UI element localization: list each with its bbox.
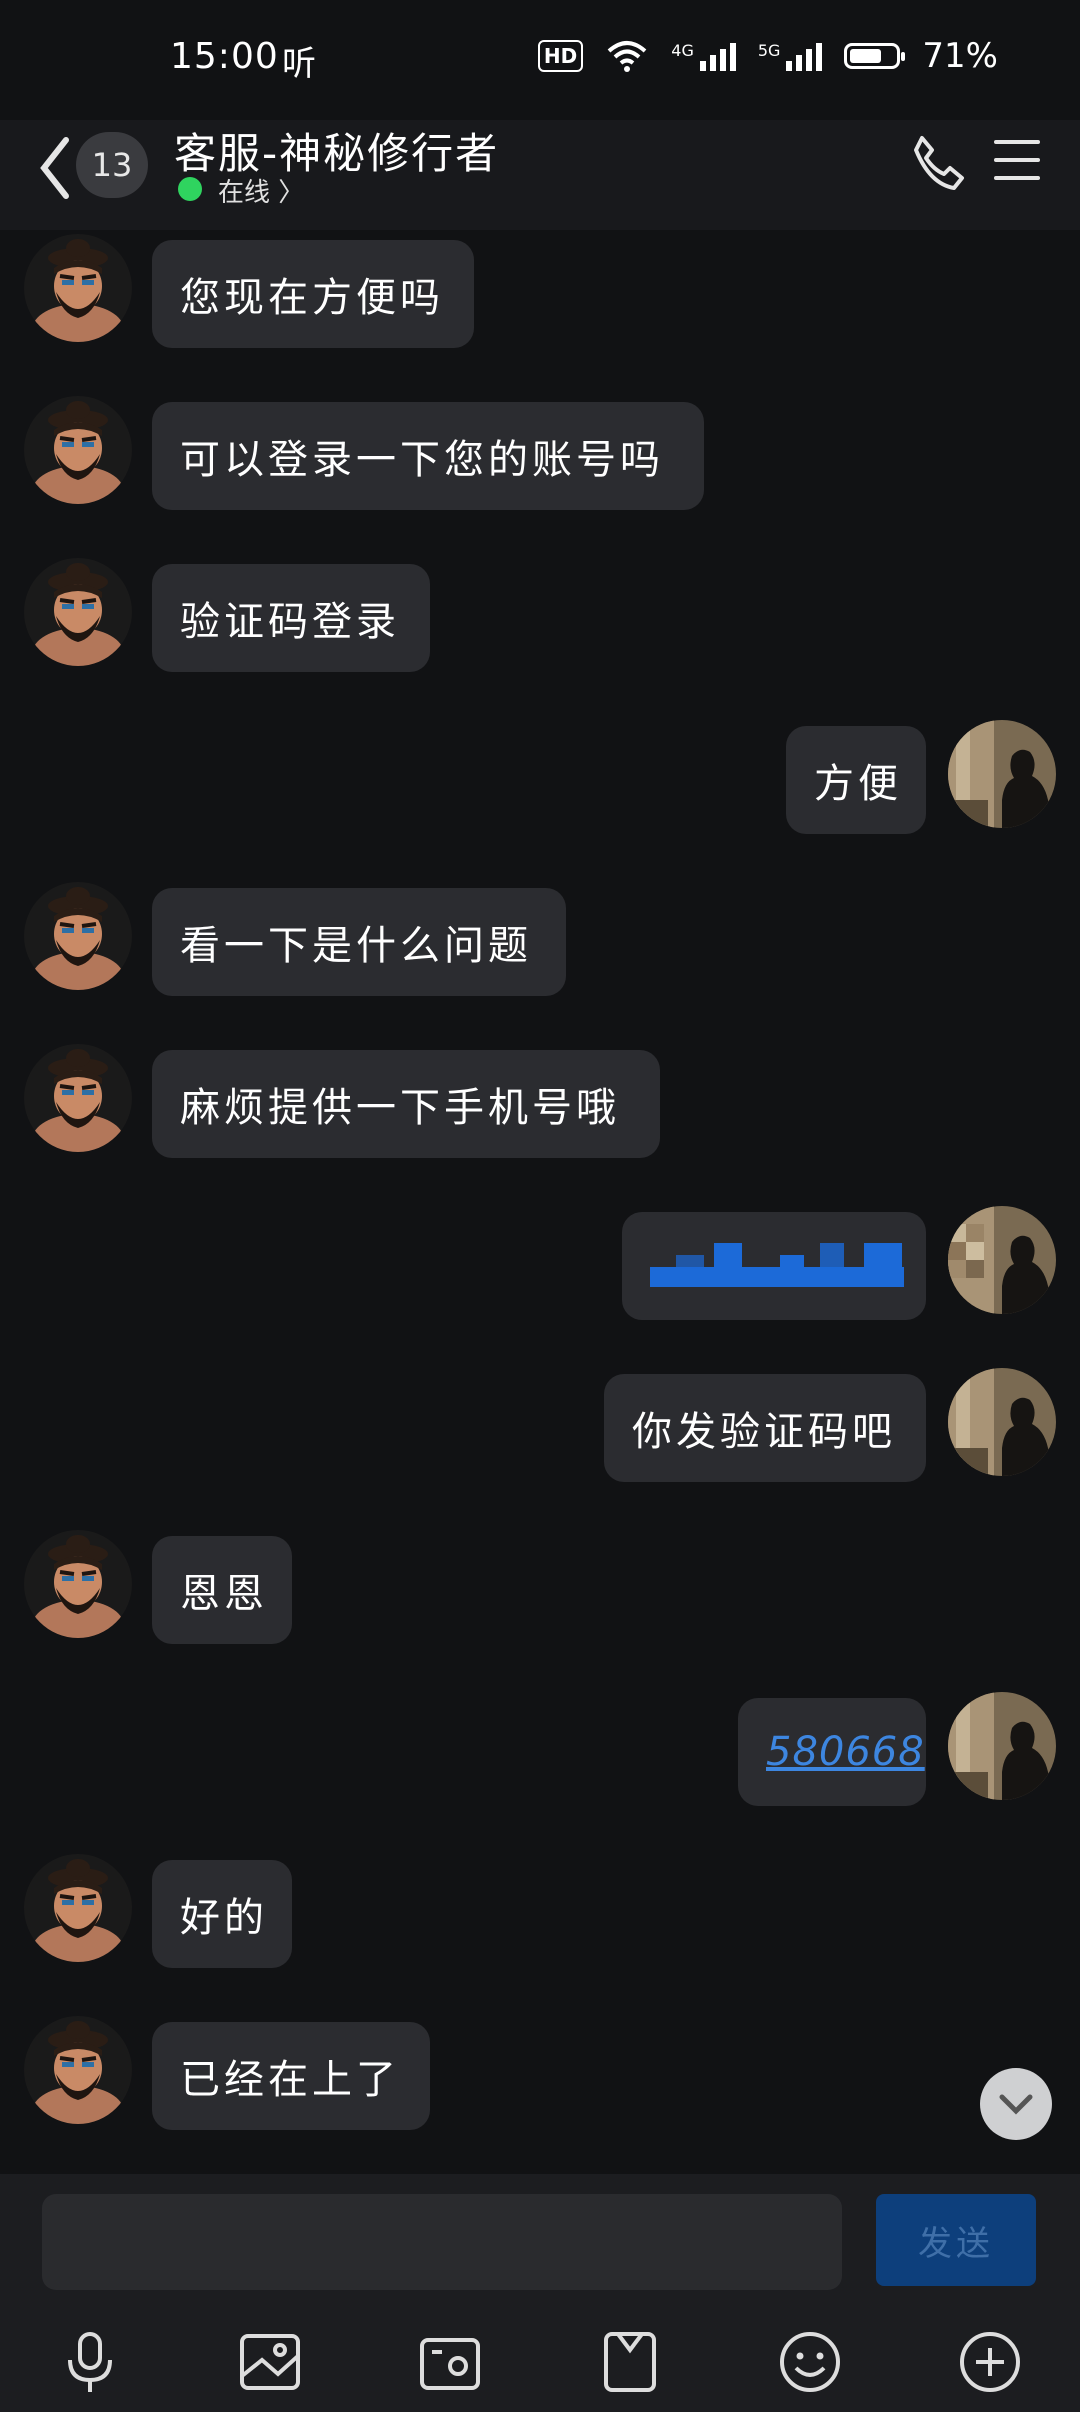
agent-avatar[interactable] — [24, 1854, 132, 1962]
verification-code-link[interactable]: 580668 — [766, 1729, 925, 1775]
chevron-down-icon — [999, 2094, 1033, 2115]
message-bubble[interactable]: 你发验证码吧 — [604, 1374, 926, 1482]
hd-icon: HD — [537, 40, 584, 72]
status-bar: 15:00 听 HD 4G 5G 71% — [0, 0, 1080, 120]
agent-avatar[interactable] — [24, 558, 132, 666]
message-row: 方便 — [0, 720, 1080, 834]
message-bubble[interactable]: 已经在上了 — [152, 2022, 430, 2130]
user-avatar[interactable] — [948, 720, 1056, 828]
message-bubble[interactable]: 好的 — [152, 1860, 292, 1968]
agent-avatar[interactable] — [24, 2016, 132, 2124]
input-bar: 发送 — [0, 2174, 1080, 2304]
agent-avatar[interactable] — [24, 1044, 132, 1152]
redacted-phone-number — [650, 1243, 904, 1289]
status-time: 15:00 — [170, 36, 279, 77]
message-row: 看一下是什么问题 — [0, 882, 1080, 996]
menu-icon[interactable] — [994, 140, 1040, 184]
agent-avatar[interactable] — [24, 1530, 132, 1638]
message-row: 验证码登录 — [0, 558, 1080, 672]
input-toolbar — [0, 2304, 1080, 2412]
message-row: 580668 — [0, 1692, 1080, 1806]
image-icon[interactable] — [234, 2326, 306, 2398]
user-avatar[interactable] — [948, 1368, 1056, 1476]
emoji-icon[interactable] — [774, 2326, 846, 2398]
wifi-icon — [607, 41, 647, 72]
battery-icon — [844, 43, 906, 69]
message-input[interactable] — [42, 2194, 842, 2290]
camera-icon[interactable] — [414, 2326, 486, 2398]
online-status-dot — [178, 177, 202, 201]
message-bubble[interactable]: 您现在方便吗 — [152, 240, 474, 348]
redacted-phone-bubble[interactable] — [622, 1212, 926, 1320]
back-arrow-icon[interactable] — [30, 128, 80, 208]
message-row: 你发验证码吧 — [0, 1368, 1080, 1482]
phone-icon[interactable] — [908, 132, 968, 192]
message-list[interactable]: 您现在方便吗 可以登录一下您的账号吗 验证码登录 方便 看一下是什么问题 麻烦提… — [0, 230, 1080, 2174]
chat-header: 13 客服-神秘修行者 在线 〉 — [0, 120, 1080, 230]
message-bubble[interactable]: 恩恩 — [152, 1536, 292, 1644]
send-button[interactable]: 发送 — [876, 2194, 1036, 2286]
microphone-icon[interactable] — [54, 2326, 126, 2398]
message-row: 恩恩 — [0, 1530, 1080, 1644]
message-bubble[interactable]: 580668 — [738, 1698, 926, 1806]
signal-4g-icon: 4G — [671, 41, 736, 71]
message-bubble[interactable]: 验证码登录 — [152, 564, 430, 672]
signal-5g-icon: 5G — [758, 41, 823, 71]
message-row — [0, 1206, 1080, 1320]
unread-count-badge[interactable]: 13 — [76, 132, 148, 198]
battery-percent: 71% — [922, 36, 998, 76]
agent-avatar[interactable] — [24, 882, 132, 990]
message-row: 您现在方便吗 — [0, 234, 1080, 348]
message-row: 麻烦提供一下手机号哦 — [0, 1044, 1080, 1158]
status-icons: HD 4G 5G 71% — [537, 36, 998, 76]
plus-icon[interactable] — [954, 2326, 1026, 2398]
hear-icon: 听 — [282, 44, 316, 84]
scroll-to-bottom-button[interactable] — [980, 2068, 1052, 2140]
file-icon[interactable] — [594, 2326, 666, 2398]
user-avatar[interactable] — [948, 1206, 1056, 1314]
message-row: 好的 — [0, 1854, 1080, 1968]
message-row: 已经在上了 — [0, 2016, 1080, 2130]
user-avatar[interactable] — [948, 1692, 1056, 1800]
message-bubble[interactable]: 方便 — [786, 726, 926, 834]
message-row: 可以登录一下您的账号吗 — [0, 396, 1080, 510]
message-bubble[interactable]: 看一下是什么问题 — [152, 888, 566, 996]
agent-avatar[interactable] — [24, 234, 132, 342]
agent-avatar[interactable] — [24, 396, 132, 504]
message-bubble[interactable]: 可以登录一下您的账号吗 — [152, 402, 704, 510]
message-bubble[interactable]: 麻烦提供一下手机号哦 — [152, 1050, 660, 1158]
online-status-label[interactable]: 在线 〉 — [218, 172, 304, 209]
